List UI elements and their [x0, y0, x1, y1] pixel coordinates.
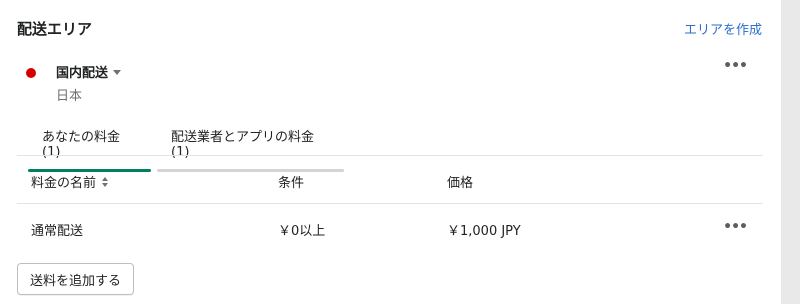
column-header-condition: 条件	[278, 176, 305, 191]
rate-more-actions-icon[interactable]: •••	[723, 220, 748, 234]
zone-name-dropdown[interactable]: 国内配送	[56, 62, 122, 81]
add-rate-button[interactable]: 送料を追加する	[17, 263, 134, 295]
divider	[17, 203, 763, 204]
zone-more-actions-icon[interactable]: •••	[723, 59, 748, 73]
tab-carrier-app-rates[interactable]: 配送業者とアプリの料金 (1)	[157, 118, 344, 172]
section-title: 配送エリア	[17, 20, 93, 38]
column-header-rate-name[interactable]: 料金の名前	[31, 172, 109, 191]
shipping-zones-card: 配送エリア エリアを作成 国内配送 日本 ••• あなたの料金 (1) 配送業者…	[0, 0, 781, 304]
zone-name: 国内配送	[56, 66, 109, 81]
rate-condition-cell: ￥0以上	[278, 224, 326, 239]
sort-icon	[102, 176, 109, 187]
table-row: 通常配送 ￥0以上 ￥1,000 JPY	[0, 218, 781, 240]
japan-flag-icon	[26, 67, 36, 78]
page-background	[781, 0, 800, 304]
caret-down-icon	[113, 70, 122, 75]
divider	[17, 155, 763, 156]
zone-country: 日本	[56, 89, 83, 104]
rate-price-cell: ￥1,000 JPY	[447, 224, 521, 239]
create-zone-link[interactable]: エリアを作成	[684, 19, 762, 38]
column-header-price: 価格	[447, 176, 474, 191]
table-header: 料金の名前 条件 価格	[0, 170, 781, 191]
rate-tabs: あなたの料金 (1) 配送業者とアプリの料金 (1)	[28, 118, 344, 172]
rate-name-cell: 通常配送	[31, 224, 84, 239]
column-header-label: 料金の名前	[31, 176, 97, 191]
zone-header: 国内配送	[26, 62, 122, 81]
tab-your-rates[interactable]: あなたの料金 (1)	[28, 118, 151, 172]
